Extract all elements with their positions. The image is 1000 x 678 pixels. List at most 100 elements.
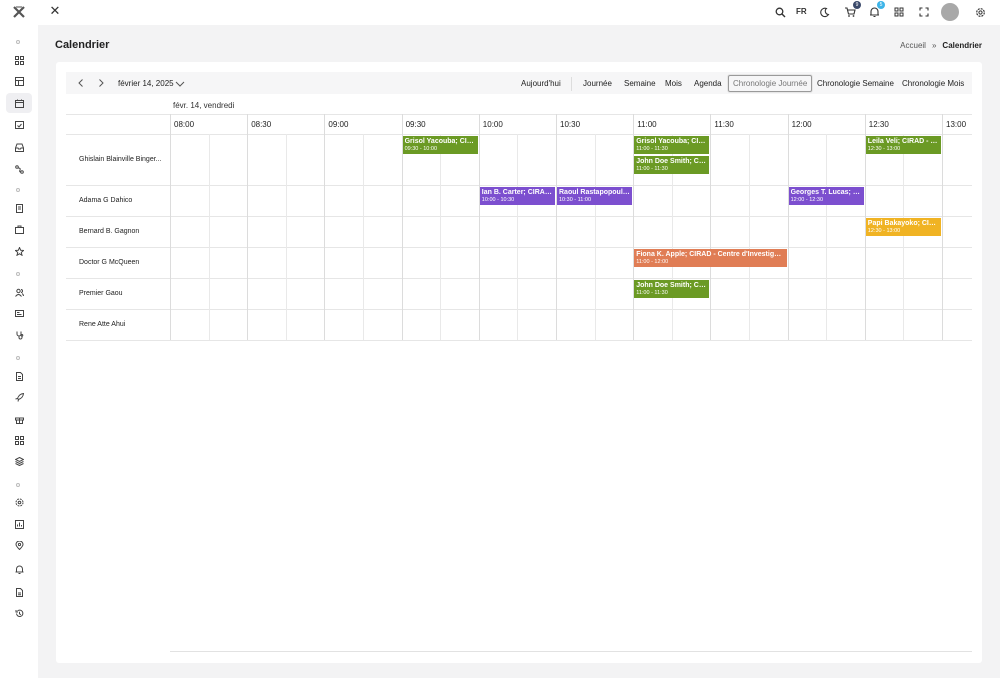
- appointment-title: Papi Bakayoko; CIR...: [867, 220, 939, 227]
- view-week-button[interactable]: Semaine: [624, 79, 656, 88]
- sidebar-item-gifts[interactable]: [6, 409, 32, 429]
- resource-label: Premier Gaou: [79, 289, 123, 297]
- chart-icon: [14, 519, 24, 529]
- time-slot-label: 11:30: [714, 120, 734, 129]
- calendar-check-icon: [14, 120, 24, 129]
- stethoscope-icon: [16, 331, 23, 339]
- view-timeline-week-button[interactable]: Chronologie Semaine: [817, 79, 894, 88]
- sidebar-item-medical[interactable]: [6, 325, 32, 345]
- sidebar-item-documents[interactable]: [6, 198, 32, 218]
- table-icon: [14, 76, 24, 86]
- grid-row-line: [66, 185, 972, 186]
- view-timeline-month-button[interactable]: Chronologie Mois: [902, 79, 964, 88]
- timeline-scrollbar-track[interactable]: [170, 651, 972, 652]
- grid-icon: [14, 55, 24, 65]
- grid-row-line: [66, 216, 972, 217]
- user-avatar[interactable]: [941, 3, 959, 21]
- briefcase-icon: [14, 225, 24, 234]
- grid-column-line: [826, 134, 828, 340]
- rocket-icon: [14, 392, 24, 402]
- grid-column-line: [942, 114, 943, 340]
- appointment-event[interactable]: Georges T. Lucas; C... 12:00 - 12:30: [788, 187, 864, 205]
- sidebar-item-modules[interactable]: [6, 430, 32, 450]
- sidebar-item-favorites[interactable]: [6, 241, 32, 261]
- appointment-title: Grisol Yacouba; CIR...: [636, 138, 708, 145]
- appointment-event[interactable]: Papi Bakayoko; CIR... 12:30 - 13:00: [865, 218, 941, 236]
- toolbar-divider: [571, 77, 572, 91]
- sidebar-section-dot: [16, 272, 20, 276]
- view-timeline-day-button[interactable]: Chronologie Journée: [728, 75, 813, 92]
- sidebar-item-calendar[interactable]: [6, 93, 32, 113]
- sidebar-item-routes[interactable]: [6, 159, 32, 179]
- grid-row-line: [66, 309, 972, 310]
- history-icon: [15, 609, 23, 617]
- apps-grid-icon[interactable]: [892, 5, 906, 19]
- view-month-button[interactable]: Mois: [665, 79, 682, 88]
- time-slot-label: 11:00: [637, 120, 657, 129]
- appointment-event[interactable]: Grisol Yacouba; CIR... 09:30 - 10:00: [402, 136, 478, 154]
- breadcrumb-home-link[interactable]: Accueil: [900, 41, 926, 50]
- sidebar-item-analytics[interactable]: [6, 514, 32, 534]
- sidebar-item-table[interactable]: [6, 71, 32, 91]
- settings-gear-icon[interactable]: [973, 5, 987, 19]
- moon-icon[interactable]: [817, 5, 831, 19]
- today-button[interactable]: Aujourd'hui: [521, 79, 561, 88]
- appointment-event[interactable]: Ian B. Carter; CIRAD... 10:00 - 10:30: [479, 187, 555, 205]
- time-slot-label: 09:00: [328, 120, 349, 129]
- cart-icon[interactable]: 9: [843, 1, 861, 19]
- resource-label: Rene Atte Ahui: [79, 320, 126, 328]
- layers-icon: [14, 456, 24, 466]
- appointment-event[interactable]: John Doe Smith; CIR... 11:00 - 11:30: [634, 280, 710, 298]
- grid-column-line: [247, 114, 249, 340]
- appointment-time: 12:00 - 12:30: [790, 197, 824, 203]
- prev-chevron-icon[interactable]: [75, 77, 87, 89]
- sidebar-item-logs[interactable]: [6, 582, 32, 602]
- sidebar-item-notifications[interactable]: [6, 559, 32, 579]
- sidebar-item-id-card[interactable]: [6, 303, 32, 323]
- resource-label: Ghislain Blainville Binger...: [79, 155, 162, 163]
- sidebar-item-briefcase[interactable]: [6, 219, 32, 239]
- calendar-icon: [14, 99, 24, 108]
- language-toggle[interactable]: FR: [796, 7, 807, 16]
- inbox-icon: [14, 143, 24, 152]
- sidebar-item-promotions[interactable]: [6, 387, 32, 407]
- sidebar-item-inbox[interactable]: [6, 137, 32, 157]
- grid-column-line: [594, 134, 596, 340]
- sidebar-item-calendar-check[interactable]: [6, 114, 32, 134]
- notification-badge: 5: [877, 1, 885, 9]
- sidebar-section-dot: [16, 356, 20, 360]
- next-chevron-icon[interactable]: [95, 77, 107, 89]
- resource-label: Bernard B. Gagnon: [79, 227, 140, 235]
- appointment-event[interactable]: Leila Veli; CIRAD - C... 12:30 - 13:00: [865, 136, 941, 154]
- sidebar-item-reports[interactable]: [6, 366, 32, 386]
- route-icon: [14, 164, 24, 174]
- sidebar-item-history[interactable]: [6, 603, 32, 623]
- current-date-picker[interactable]: février 14, 2025: [118, 79, 174, 88]
- sidebar-item-layers[interactable]: [6, 451, 32, 471]
- appointment-title: John Doe Smith; CIR...: [636, 158, 708, 165]
- app-logo-icon[interactable]: [12, 5, 26, 19]
- sidebar-item-dashboard[interactable]: [6, 50, 32, 70]
- appointment-event[interactable]: Raoul Rastapopoulo... 10:30 - 11:00: [557, 187, 633, 205]
- sidebar-item-users[interactable]: [6, 282, 32, 302]
- bell-icon[interactable]: 5: [867, 1, 885, 19]
- close-icon[interactable]: ✕: [48, 4, 62, 18]
- appointment-time: 11:00 - 11:30: [636, 146, 668, 152]
- appointment-event[interactable]: John Doe Smith; CIR... 11:00 - 11:30: [634, 156, 710, 174]
- chevron-down-icon[interactable]: [175, 79, 185, 89]
- view-day-button[interactable]: Journée: [583, 79, 612, 88]
- fullscreen-icon[interactable]: [917, 5, 931, 19]
- sidebar-item-locations[interactable]: [6, 535, 32, 555]
- sidebar-item-settings[interactable]: [6, 492, 32, 512]
- grid-column-line: [710, 114, 712, 340]
- appointment-time: 09:30 - 10:00: [404, 146, 438, 152]
- breadcrumb-current: Calendrier: [942, 41, 982, 50]
- grid-column-line: [556, 114, 557, 340]
- appointment-event[interactable]: Fiona K. Apple; CIRAD - Centre d'Investi…: [634, 249, 787, 267]
- search-icon[interactable]: [773, 5, 787, 19]
- appointment-event[interactable]: Grisol Yacouba; CIR... 11:00 - 11:30: [634, 136, 710, 154]
- view-agenda-button[interactable]: Agenda: [694, 79, 722, 88]
- resource-label: Adama G Dahico: [79, 196, 133, 204]
- grid-column-line: [363, 134, 364, 340]
- appointment-time: 12:30 - 13:00: [867, 228, 901, 234]
